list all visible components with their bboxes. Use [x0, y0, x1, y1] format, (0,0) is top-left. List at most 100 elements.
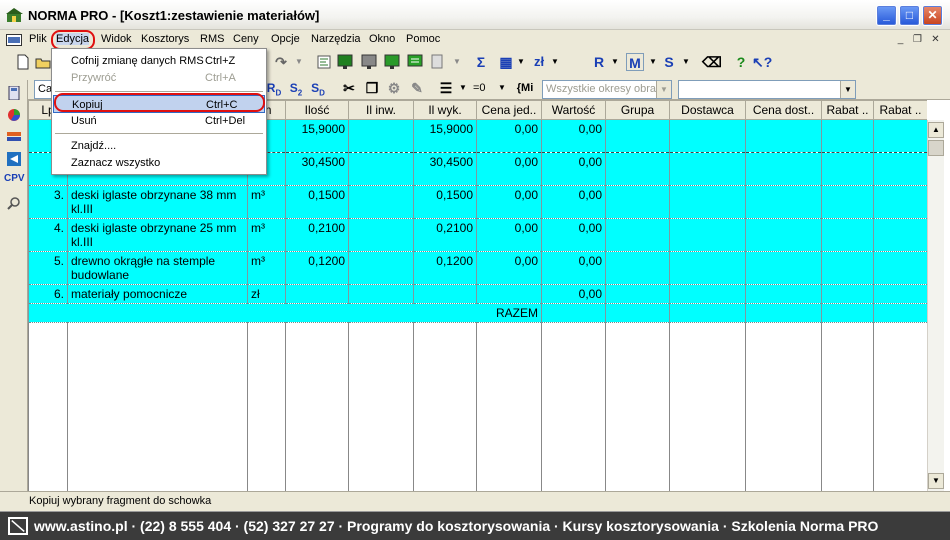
cell-empty[interactable]: [605, 185, 670, 219]
cell-empty[interactable]: [745, 322, 822, 491]
cell-empty[interactable]: [669, 284, 746, 304]
cell-empty[interactable]: [821, 251, 874, 285]
cell-name[interactable]: deski iglaste obrzynane 25 mm kl.III: [67, 218, 248, 252]
menu-item-undo[interactable]: Cofnij zmianę danych RMS Ctrl+Z: [53, 52, 265, 70]
cell-wartosc[interactable]: 0,00: [541, 284, 606, 304]
cell-cena[interactable]: [476, 284, 542, 304]
filter-combo-arrow-icon[interactable]: ▼: [840, 81, 855, 98]
cell-il-wyk[interactable]: 0,1500: [413, 185, 477, 219]
col-header-rabat-1[interactable]: Rabat ..: [821, 100, 874, 120]
cell-empty[interactable]: [873, 185, 927, 219]
cell-empty[interactable]: [821, 119, 874, 153]
cell-empty[interactable]: [285, 322, 349, 491]
cell-empty[interactable]: [605, 218, 670, 252]
menu-pomoc[interactable]: Pomoc: [406, 33, 440, 45]
cell-name[interactable]: deski iglaste obrzynane 38 mm kl.III: [67, 185, 248, 219]
redo-icon[interactable]: ↷: [272, 53, 290, 71]
cpv-icon[interactable]: CPV: [4, 173, 25, 187]
col-header-grupa[interactable]: Grupa: [605, 100, 670, 120]
cell-empty[interactable]: [745, 218, 822, 252]
menu-okno[interactable]: Okno: [369, 33, 395, 45]
currency-dropdown-icon[interactable]: ▼: [546, 53, 564, 71]
menu-item-delete[interactable]: Usuń Ctrl+Del: [53, 112, 265, 130]
monitor-grey-icon[interactable]: [360, 53, 378, 71]
close-button[interactable]: ✕: [922, 5, 943, 26]
cell-empty[interactable]: [821, 185, 874, 219]
cell-il-inw[interactable]: [348, 152, 414, 186]
document-icon[interactable]: [6, 34, 22, 46]
cell-empty[interactable]: [745, 185, 822, 219]
col-header-wartosc[interactable]: Wartość: [541, 100, 606, 120]
cell-empty[interactable]: [605, 284, 670, 304]
cell-empty[interactable]: [821, 152, 874, 186]
green-screen-icon[interactable]: [336, 53, 354, 71]
maximize-button[interactable]: □: [899, 5, 920, 26]
col-header-ilosc[interactable]: Ilość: [285, 100, 349, 120]
cell-il-wyk[interactable]: 15,9000: [413, 119, 477, 153]
cell-name[interactable]: drewno okrągłe na stemple budowlane: [67, 251, 248, 285]
cell-empty[interactable]: [605, 152, 670, 186]
scroll-up-icon[interactable]: ▲: [928, 122, 944, 138]
s2-icon[interactable]: S2: [287, 79, 305, 97]
cell-unit[interactable]: m³: [247, 218, 286, 252]
cell-empty[interactable]: [348, 322, 414, 491]
cell-empty[interactable]: [605, 251, 670, 285]
menu-edycja[interactable]: Edycja: [56, 33, 90, 45]
cell-ilosc[interactable]: 30,4500: [285, 152, 349, 186]
menu-opcje[interactable]: Opcje: [271, 33, 300, 45]
cell-unit[interactable]: m³: [247, 185, 286, 219]
cell-ilosc[interactable]: 0,1500: [285, 185, 349, 219]
mdi-restore-icon[interactable]: ❐: [910, 33, 925, 47]
cell-cena[interactable]: 0,00: [476, 218, 542, 252]
cell-il-wyk[interactable]: 0,1200: [413, 251, 477, 285]
cell-empty[interactable]: [605, 322, 670, 491]
s-d-icon[interactable]: SD: [309, 79, 327, 97]
help-icon[interactable]: ?: [732, 53, 750, 71]
cell-name[interactable]: materiały pomocnicze: [67, 284, 248, 304]
cell-wartosc[interactable]: 0,00: [541, 152, 606, 186]
cell-empty[interactable]: [669, 251, 746, 285]
cell-empty[interactable]: [873, 284, 927, 304]
share-icon[interactable]: [7, 152, 21, 166]
cell-ilosc[interactable]: 15,9000: [285, 119, 349, 153]
eq-zero-label[interactable]: =0: [473, 82, 486, 94]
cell-empty[interactable]: [873, 218, 927, 252]
cell-cena[interactable]: 0,00: [476, 152, 542, 186]
cell-empty[interactable]: [821, 322, 874, 491]
table-row[interactable]: 4. deski iglaste obrzynane 25 mm kl.III m³…: [28, 218, 927, 252]
menu-widok[interactable]: Widok: [101, 33, 132, 45]
cell-cena[interactable]: 0,00: [476, 119, 542, 153]
cell-ilosc[interactable]: [285, 284, 349, 304]
cell-il-inw[interactable]: [348, 185, 414, 219]
col-header-dostawca[interactable]: Dostawca: [669, 100, 746, 120]
cell-cena[interactable]: 0,00: [476, 185, 542, 219]
cell-unit[interactable]: zł: [247, 284, 286, 304]
cell-empty[interactable]: [476, 322, 542, 491]
cell-ilosc[interactable]: 0,2100: [285, 218, 349, 252]
col-header-il-inw[interactable]: Il inw.: [348, 100, 414, 120]
context-help-icon[interactable]: ↖?: [752, 53, 772, 71]
cell-empty[interactable]: [669, 152, 746, 186]
filter-combo[interactable]: ▼: [678, 80, 856, 99]
cell-il-wyk[interactable]: 0,2100: [413, 218, 477, 252]
cell-il-inw[interactable]: [348, 119, 414, 153]
books-icon[interactable]: [7, 130, 21, 144]
s-dropdown-icon[interactable]: ▼: [677, 53, 695, 71]
menu-plik[interactable]: Plik: [29, 33, 47, 45]
period-combo-arrow-icon[interactable]: ▼: [656, 81, 671, 98]
dropdown-arrow-icon[interactable]: ▼: [290, 53, 308, 71]
cell-cena[interactable]: 0,00: [476, 251, 542, 285]
col-header-cena-dost[interactable]: Cena dost..: [745, 100, 822, 120]
menu-item-select-all[interactable]: Zaznacz wszystko: [53, 154, 265, 172]
cell-il-inw[interactable]: [348, 251, 414, 285]
cell-empty[interactable]: [28, 322, 68, 491]
cell-il-wyk[interactable]: [413, 284, 477, 304]
mdi-close-icon[interactable]: ✕: [928, 33, 943, 47]
table-row[interactable]: 3. deski iglaste obrzynane 38 mm kl.III m³…: [28, 185, 927, 219]
col-header-il-wyk[interactable]: Il wyk.: [413, 100, 477, 120]
cell-wartosc[interactable]: 0,00: [541, 185, 606, 219]
vertical-scrollbar[interactable]: ▲ ▼: [927, 120, 944, 491]
list-dropdown-icon[interactable]: ▼: [454, 79, 472, 97]
scroll-down-icon[interactable]: ▼: [928, 473, 944, 489]
mdi-minimize-icon[interactable]: _: [893, 33, 908, 47]
